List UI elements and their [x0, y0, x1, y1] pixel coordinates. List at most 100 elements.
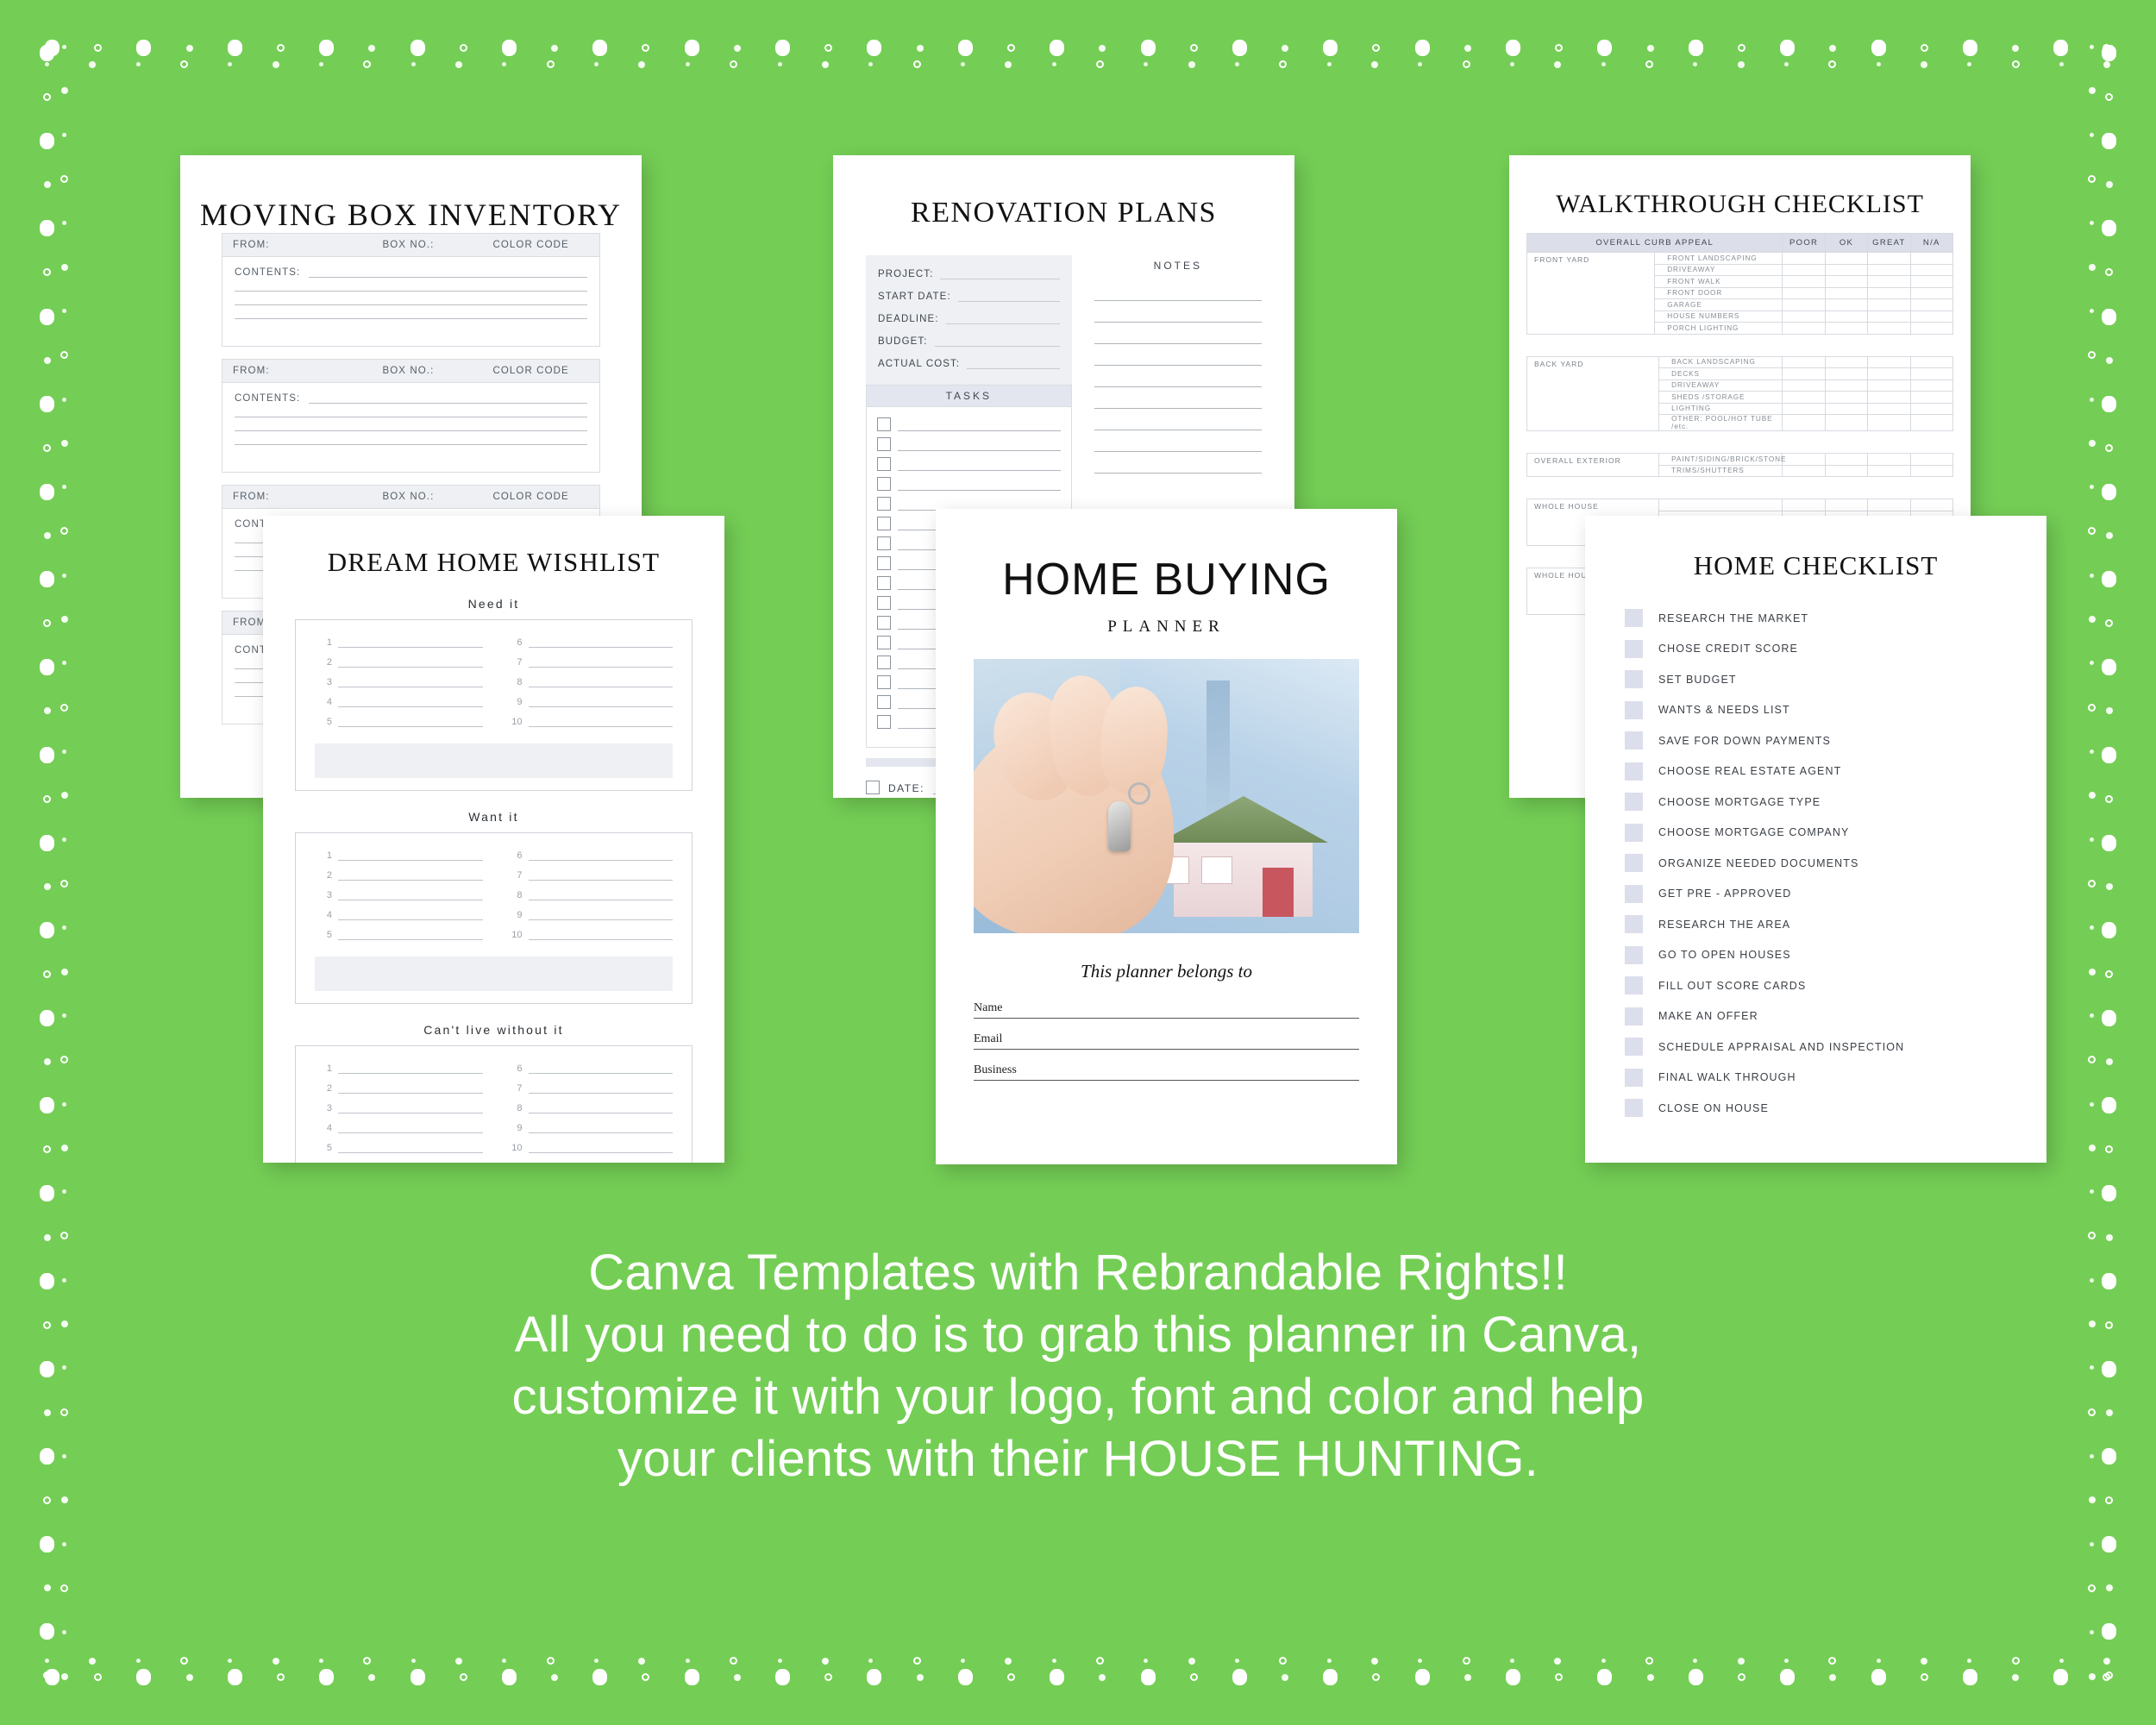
- walkthrough-rating-cell[interactable]: [1782, 379, 1826, 392]
- wishlist-line[interactable]: 4: [315, 697, 483, 707]
- renovation-field-row[interactable]: BUDGET:: [878, 336, 1060, 347]
- write-rule[interactable]: [309, 403, 587, 404]
- wishlist-line[interactable]: 3: [315, 890, 483, 900]
- task-checkbox[interactable]: [877, 497, 891, 511]
- home-checklist-row[interactable]: FILL OUT SCORE CARDS: [1625, 976, 2007, 994]
- moving-box-body[interactable]: CONTENTS:: [222, 382, 600, 473]
- task-checkbox[interactable]: [877, 616, 891, 630]
- walkthrough-rating-cell[interactable]: [1909, 286, 1954, 299]
- wishlist-line-rule[interactable]: [338, 939, 483, 940]
- walkthrough-rating-cell[interactable]: [1824, 310, 1869, 323]
- task-row[interactable]: [877, 417, 1061, 431]
- task-rule[interactable]: [898, 470, 1061, 471]
- cover-field-rule[interactable]: [974, 1018, 1359, 1019]
- wishlist-line[interactable]: 2: [315, 657, 483, 668]
- moving-box-entry[interactable]: FROM: BOX NO.: COLOR CODE CONTENTS:: [222, 359, 600, 473]
- task-rule[interactable]: [898, 430, 1061, 431]
- wishlist-line[interactable]: 4: [315, 910, 483, 920]
- moving-box-content-line[interactable]: CONTENTS:: [235, 267, 587, 278]
- wishlist-line[interactable]: 4: [315, 1123, 483, 1133]
- wishlist-line[interactable]: 5: [315, 930, 483, 940]
- walkthrough-rating-cell[interactable]: [1867, 391, 1911, 404]
- note-line[interactable]: [1094, 344, 1262, 366]
- wishlist-line[interactable]: 8: [505, 677, 673, 687]
- home-checklist-row[interactable]: CLOSE ON HOUSE: [1625, 1099, 2007, 1117]
- home-checklist-checkbox[interactable]: [1625, 884, 1643, 903]
- walkthrough-rating-cell[interactable]: [1824, 322, 1869, 335]
- write-rule[interactable]: [309, 277, 587, 278]
- home-checklist-checkbox[interactable]: [1625, 639, 1643, 658]
- wishlist-line-rule[interactable]: [338, 860, 483, 861]
- walkthrough-rating-cell[interactable]: [1782, 453, 1826, 466]
- walkthrough-row[interactable]: FRONT YARD FRONT LANDSCAPING: [1526, 252, 1954, 335]
- write-rule[interactable]: [235, 430, 587, 431]
- home-checklist-row[interactable]: GO TO OPEN HOUSES: [1625, 945, 2007, 964]
- walkthrough-rating-cell[interactable]: [1867, 252, 1911, 265]
- home-checklist-checkbox[interactable]: [1625, 1007, 1643, 1026]
- home-checklist-row[interactable]: CHOOSE REAL ESTATE AGENT: [1625, 762, 2007, 781]
- walkthrough-rating-cell[interactable]: [1824, 379, 1869, 392]
- walkthrough-rating-cell[interactable]: [1782, 298, 1826, 311]
- renovation-field-row[interactable]: DEADLINE:: [878, 314, 1060, 324]
- home-checklist-checkbox[interactable]: [1625, 915, 1643, 933]
- renovation-field-row[interactable]: ACTUAL COST:: [878, 359, 1060, 369]
- wishlist-line-rule[interactable]: [338, 726, 483, 727]
- wishlist-line-rule[interactable]: [338, 1152, 483, 1153]
- walkthrough-rating-cell[interactable]: [1867, 355, 1911, 368]
- walkthrough-rating-cell[interactable]: [1867, 402, 1911, 415]
- walkthrough-rating-cell[interactable]: [1909, 499, 1954, 511]
- walkthrough-rating-cell[interactable]: [1867, 464, 1911, 477]
- home-checklist-row[interactable]: RESEARCH THE MARKET: [1625, 609, 2007, 627]
- date-checkbox[interactable]: [866, 781, 880, 794]
- task-checkbox[interactable]: [877, 536, 891, 550]
- walkthrough-rating-cell[interactable]: [1824, 402, 1869, 415]
- home-checklist-row[interactable]: CHOSE CREDIT SCORE: [1625, 639, 2007, 658]
- walkthrough-rating-cell[interactable]: [1782, 355, 1826, 368]
- moving-box-content-line[interactable]: CONTENTS:: [235, 393, 587, 404]
- cover-owner-field[interactable]: Business: [974, 1063, 1359, 1081]
- page-home-buying-planner-cover[interactable]: HOME BUYING PLANNER This planner belongs…: [936, 509, 1397, 1164]
- moving-box-content-line[interactable]: [235, 291, 587, 292]
- walkthrough-row[interactable]: OVERALL EXTERIOR PAINT/SIDING/BRICK/STONE: [1526, 453, 1954, 477]
- walkthrough-rating-cell[interactable]: [1782, 310, 1826, 323]
- cover-owner-field[interactable]: Email: [974, 1032, 1359, 1050]
- write-rule[interactable]: [235, 304, 587, 305]
- note-line[interactable]: [1094, 387, 1262, 409]
- task-checkbox[interactable]: [877, 656, 891, 669]
- task-rule[interactable]: [898, 450, 1061, 451]
- walkthrough-rating-cell[interactable]: [1909, 310, 1954, 323]
- walkthrough-rating-cell[interactable]: [1824, 286, 1869, 299]
- wishlist-line-rule[interactable]: [338, 1093, 483, 1094]
- wishlist-line-rule[interactable]: [338, 667, 483, 668]
- home-checklist-checkbox[interactable]: [1625, 1099, 1643, 1117]
- wishlist-line-rule[interactable]: [528, 1073, 673, 1074]
- walkthrough-rating-cell[interactable]: [1867, 310, 1911, 323]
- task-row[interactable]: [877, 477, 1061, 491]
- task-checkbox[interactable]: [877, 596, 891, 610]
- walkthrough-rating-cell[interactable]: [1909, 464, 1954, 477]
- walkthrough-rating-cell[interactable]: [1867, 322, 1911, 335]
- wishlist-line[interactable]: 1: [315, 1063, 483, 1074]
- home-checklist-row[interactable]: SAVE FOR DOWN PAYMENTS: [1625, 731, 2007, 750]
- wishlist-line[interactable]: 5: [315, 717, 483, 727]
- walkthrough-rating-cell[interactable]: [1824, 499, 1869, 511]
- note-line[interactable]: [1094, 366, 1262, 387]
- walkthrough-rating-cell[interactable]: [1867, 414, 1911, 431]
- walkthrough-rating-cell[interactable]: [1867, 263, 1911, 276]
- home-checklist-checkbox[interactable]: [1625, 609, 1643, 627]
- walkthrough-rating-cell[interactable]: [1782, 322, 1826, 335]
- home-checklist-checkbox[interactable]: [1625, 945, 1643, 964]
- home-checklist-row[interactable]: ORGANIZE NEEDED DOCUMENTS: [1625, 854, 2007, 872]
- wishlist-line[interactable]: 5: [315, 1143, 483, 1153]
- walkthrough-rating-cell[interactable]: [1824, 298, 1869, 311]
- walkthrough-rating-cell[interactable]: [1782, 367, 1826, 380]
- wishlist-line[interactable]: 6: [505, 850, 673, 861]
- task-checkbox[interactable]: [877, 675, 891, 689]
- walkthrough-rating-cell[interactable]: [1824, 252, 1869, 265]
- task-checkbox[interactable]: [877, 556, 891, 570]
- walkthrough-rating-cell[interactable]: [1824, 453, 1869, 466]
- walkthrough-rating-cell[interactable]: [1909, 252, 1954, 265]
- task-checkbox[interactable]: [877, 457, 891, 471]
- wishlist-line-rule[interactable]: [338, 1073, 483, 1074]
- home-checklist-row[interactable]: MAKE AN OFFER: [1625, 1007, 2007, 1026]
